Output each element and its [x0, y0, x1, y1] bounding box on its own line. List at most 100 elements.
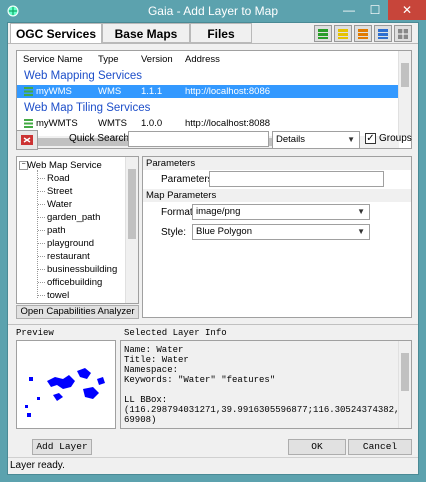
service-address: http://localhost:8088	[185, 118, 271, 129]
groups-label: Groups	[379, 133, 412, 144]
tree-connector	[38, 256, 45, 257]
tree-item[interactable]: restaurant	[47, 250, 90, 263]
tree-connector	[38, 204, 45, 205]
column-type[interactable]: Type	[98, 51, 119, 68]
group-web-mapping-services[interactable]: Web Mapping Services	[24, 70, 142, 82]
service-name: myWMS	[36, 86, 72, 97]
scroll-thumb[interactable]	[128, 169, 136, 239]
info-line: LL BBox:	[124, 395, 168, 405]
cancel-button[interactable]: Cancel	[348, 439, 412, 455]
service-layers-icon	[24, 87, 33, 96]
scroll-thumb[interactable]	[401, 353, 409, 391]
map-parameters-section-title: Map Parameters	[146, 190, 217, 201]
format-value: image/png	[196, 206, 241, 217]
dialog-body: OGC Services Base Maps Files Service Nam…	[7, 22, 419, 475]
tree-connector	[38, 269, 45, 270]
preview-label: Preview	[16, 328, 54, 338]
service-row[interactable]: myWMTS WMTS 1.0.0 http://localhost:8088	[17, 117, 405, 130]
format-label: Format:	[161, 207, 196, 218]
water-preview-map	[25, 368, 105, 417]
tree-item[interactable]: businessbuilding	[47, 263, 117, 276]
column-service-name[interactable]: Service Name	[23, 51, 83, 68]
add-layer-window: Gaia - Add Layer to Map — ☐ ✕ OGC Servic…	[0, 0, 426, 482]
stack-green-icon[interactable]	[314, 25, 332, 42]
service-type: WMS	[98, 86, 122, 97]
map-parameters-section-header: Map Parameters	[143, 189, 411, 202]
title-bar[interactable]: Gaia - Add Layer to Map — ☐ ✕	[0, 0, 426, 22]
chevron-down-icon: ▼	[357, 227, 365, 236]
quick-search-label: Quick Search	[69, 133, 130, 144]
tree-connector	[38, 217, 45, 218]
remove-service-button[interactable]	[16, 130, 38, 150]
search-mode-value: Details	[276, 134, 306, 145]
info-line: Name: Water	[124, 345, 184, 355]
tree-vscroll[interactable]	[125, 157, 138, 303]
info-line: Keywords: "Water" "features"	[124, 375, 276, 385]
column-version[interactable]: Version	[141, 51, 173, 68]
tree-connector	[38, 243, 45, 244]
service-name: myWMTS	[36, 118, 78, 129]
service-layers-icon	[24, 119, 33, 128]
parameters-label: Parameters:	[161, 174, 216, 185]
tree-item[interactable]: Water	[47, 198, 72, 211]
service-list-vscroll[interactable]	[398, 51, 411, 136]
tree-item[interactable]: Road	[47, 172, 70, 185]
stack-yellow-icon[interactable]	[334, 25, 352, 42]
ok-button[interactable]: OK	[288, 439, 346, 455]
quick-search-input[interactable]	[128, 131, 269, 147]
service-version: 1.0.0	[141, 118, 163, 129]
format-select[interactable]: image/png ▼	[192, 204, 370, 220]
status-text: Layer ready.	[10, 460, 65, 471]
tree-item[interactable]: playground	[47, 237, 94, 250]
tree-connector	[38, 178, 45, 179]
info-line: Title: Water	[124, 355, 189, 365]
tree-item[interactable]: dormitory	[47, 302, 87, 303]
groups-checkbox[interactable]: ✓	[365, 133, 376, 144]
style-label: Style:	[161, 227, 187, 238]
stack-blue-icon[interactable]	[374, 25, 392, 42]
close-button[interactable]: ✕	[388, 0, 426, 20]
maximize-button[interactable]: ☐	[362, 0, 388, 20]
parameters-section-title: Parameters	[146, 158, 196, 169]
tree-item[interactable]: Street	[47, 185, 72, 198]
tree-item[interactable]: towel	[47, 289, 69, 302]
style-value: Blue Polygon	[196, 226, 252, 237]
selected-layer-info-label: Selected Layer Info	[124, 328, 227, 338]
stack-orange-icon[interactable]	[354, 25, 372, 42]
section-divider	[8, 324, 418, 325]
scroll-thumb[interactable]	[401, 63, 409, 87]
service-row[interactable]: myWMS WMS 1.1.1 http://localhost:8086	[17, 85, 405, 98]
tab-ogc-services[interactable]: OGC Services	[10, 23, 102, 43]
add-layer-button[interactable]: Add Layer	[32, 439, 92, 455]
service-type: WMTS	[98, 118, 128, 129]
tree-item[interactable]: path	[47, 224, 66, 237]
tree-item[interactable]: officebuilding	[47, 276, 102, 289]
tab-base-maps[interactable]: Base Maps	[102, 23, 190, 43]
tree-connector	[38, 295, 45, 296]
chevron-down-icon: ▼	[357, 207, 365, 216]
tree-item[interactable]: garden_path	[47, 211, 100, 224]
chevron-down-icon: ▼	[347, 135, 355, 144]
group-web-map-tiling-services[interactable]: Web Map Tiling Services	[24, 102, 150, 114]
service-address: http://localhost:8086	[185, 86, 271, 97]
style-select[interactable]: Blue Polygon ▼	[192, 224, 370, 240]
selected-layer-info-box[interactable]: Name: Water Title: Water Namespace: Keyw…	[120, 340, 412, 429]
minimize-button[interactable]: —	[336, 0, 362, 20]
remove-service-icon	[21, 135, 33, 145]
tree-connector	[38, 230, 45, 231]
layer-tree: − Web Map Service Road Street Water gard…	[16, 156, 139, 304]
tree-connector	[38, 191, 45, 192]
tab-files[interactable]: Files	[190, 23, 252, 43]
tree-connector	[38, 282, 45, 283]
parameters-input[interactable]	[209, 171, 384, 187]
parameters-panel: Parameters Parameters: Map Parameters Fo…	[142, 156, 412, 318]
column-address[interactable]: Address	[185, 51, 220, 68]
tree-connector	[37, 170, 38, 298]
info-vscroll[interactable]	[398, 341, 411, 428]
open-capabilities-analyzer-button[interactable]: Open Capabilities Analyzer	[16, 305, 139, 319]
info-line: Namespace:	[124, 365, 179, 375]
search-mode-select[interactable]: Details ▼	[272, 131, 360, 149]
tree-root-web-map-service[interactable]: Web Map Service	[27, 159, 102, 172]
stack-grid-icon[interactable]	[394, 25, 412, 42]
info-line: 69908)	[124, 415, 157, 425]
